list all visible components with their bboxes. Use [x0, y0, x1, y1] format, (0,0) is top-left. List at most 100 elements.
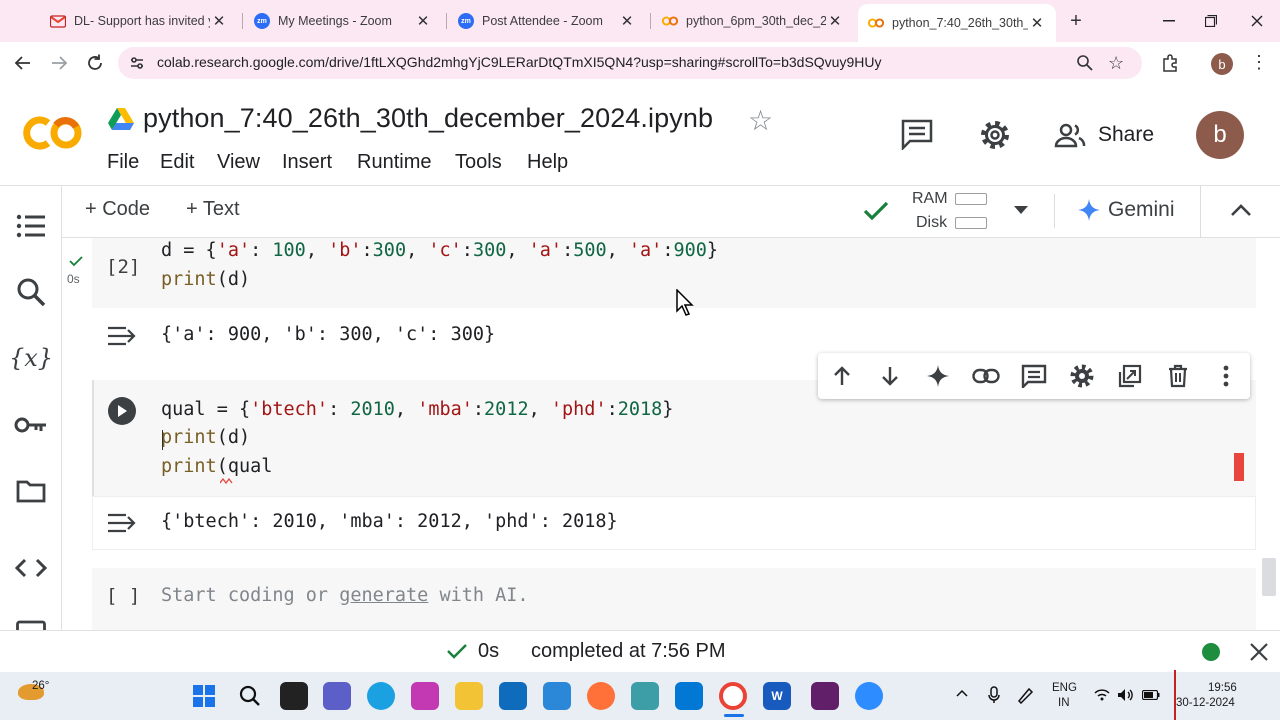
wifi-icon[interactable] [1094, 689, 1110, 701]
delete-cell-trash-icon[interactable] [1163, 361, 1193, 391]
browser-tab-python-740-active[interactable]: python_7:40_26th_30th_c ✕ [858, 4, 1056, 42]
notepad-icon[interactable] [675, 682, 703, 710]
code-line[interactable]: print(qual [161, 456, 272, 477]
menu-runtime[interactable]: Runtime [357, 151, 431, 174]
files-folder-icon[interactable] [14, 474, 48, 508]
microphone-icon[interactable] [988, 686, 1000, 704]
menu-tools[interactable]: Tools [455, 151, 502, 174]
gemini-sparkle-icon[interactable] [1078, 199, 1100, 221]
restore-window-button[interactable] [1188, 8, 1234, 34]
output-toggle-icon[interactable] [106, 512, 140, 534]
forward-arrow-icon[interactable] [48, 52, 70, 74]
gemini-button[interactable]: Gemini [1108, 198, 1175, 222]
app-icon[interactable] [631, 682, 659, 710]
table-of-contents-icon[interactable] [14, 209, 48, 243]
gemini-sparkle-icon[interactable] [923, 361, 953, 391]
zoom-lens-icon[interactable] [1076, 54, 1094, 72]
output-toggle-icon[interactable] [106, 325, 140, 347]
disk-usage-bar[interactable] [955, 217, 987, 229]
close-tab-icon[interactable]: ✕ [618, 12, 636, 30]
runtime-status-dot[interactable] [1202, 643, 1220, 661]
slack-icon[interactable] [811, 682, 839, 710]
code-line[interactable]: print(d) [161, 269, 250, 290]
close-tab-icon[interactable]: ✕ [826, 12, 844, 30]
browser-menu-icon[interactable]: ⋮ [1250, 53, 1268, 71]
taskbar-search-icon[interactable] [239, 685, 261, 707]
file-explorer-icon[interactable] [455, 682, 483, 710]
reload-icon[interactable] [84, 52, 106, 74]
menu-view[interactable]: View [217, 151, 260, 174]
share-button[interactable]: Share [1098, 123, 1154, 147]
comments-icon[interactable] [900, 118, 934, 150]
teams-icon[interactable] [323, 682, 351, 710]
more-options-kebab-icon[interactable] [1211, 361, 1241, 391]
code-line[interactable]: print(d) [161, 427, 250, 448]
move-cell-down-icon[interactable] [875, 361, 905, 391]
browser-tab-my-meetings[interactable]: zm My Meetings - Zoom ✕ [244, 6, 442, 36]
connected-check-icon[interactable] [862, 199, 890, 223]
minimize-window-button[interactable] [1146, 8, 1192, 34]
notebook-title[interactable]: python_7:40_26th_30th_december_2024.ipyn… [143, 103, 713, 134]
volume-icon[interactable] [1117, 688, 1135, 702]
run-cell-button[interactable] [108, 397, 136, 425]
tray-chevron-up-icon[interactable] [956, 689, 968, 697]
extensions-icon[interactable] [1160, 53, 1180, 73]
chrome-icon[interactable] [719, 682, 747, 710]
settings-gear-icon[interactable] [978, 118, 1012, 152]
mail-icon[interactable] [499, 682, 527, 710]
collapse-header-chevron-icon[interactable] [1230, 203, 1252, 217]
edge-icon[interactable] [367, 682, 395, 710]
browser-tab-python-6pm[interactable]: python_6pm_30th_dec_2 ✕ [652, 6, 854, 36]
terminal-icon[interactable] [14, 614, 48, 630]
store-icon[interactable] [543, 682, 571, 710]
add-code-cell-button[interactable]: + Code [85, 198, 150, 221]
move-cell-up-icon[interactable] [827, 361, 857, 391]
colab-logo[interactable] [22, 113, 84, 153]
share-people-icon[interactable] [1054, 122, 1086, 148]
close-tab-icon[interactable]: ✕ [414, 12, 432, 30]
code-snippets-icon[interactable] [14, 551, 48, 585]
mirror-cell-icon[interactable] [1115, 361, 1145, 391]
browser-tab-post-attendee[interactable]: zm Post Attendee - Zoom ✕ [448, 6, 646, 36]
star-notebook-icon[interactable]: ☆ [748, 104, 773, 137]
browser-tab-gmail[interactable]: DL- Support has invited y ✕ [40, 6, 238, 36]
firefox-icon[interactable] [587, 682, 615, 710]
pen-icon[interactable] [1016, 686, 1034, 704]
variables-icon[interactable]: {𝑥} [9, 341, 53, 375]
add-text-cell-button[interactable]: + Text [186, 198, 240, 221]
ram-usage-bar[interactable] [955, 193, 987, 205]
menu-insert[interactable]: Insert [282, 151, 332, 174]
word-icon[interactable]: W [763, 682, 791, 710]
add-comment-icon[interactable] [1019, 361, 1049, 391]
generate-link[interactable]: generate [339, 585, 428, 606]
url-text[interactable]: colab.research.google.com/drive/1ftLXQGh… [157, 54, 881, 70]
copy-link-icon[interactable] [971, 361, 1001, 391]
battery-icon[interactable] [1142, 690, 1160, 700]
language-indicator[interactable]: ENG [1052, 682, 1077, 694]
windows-start-icon[interactable] [193, 685, 215, 707]
menu-file[interactable]: File [107, 151, 139, 174]
zoom-app-icon[interactable] [855, 682, 883, 710]
code-line[interactable]: d = {'a': 100, 'b':300, 'c':300, 'a':500… [161, 240, 718, 261]
site-info-icon[interactable] [128, 54, 146, 72]
browser-profile-avatar[interactable]: b [1211, 53, 1233, 75]
new-tab-button[interactable]: + [1064, 9, 1088, 33]
runtime-dropdown-icon[interactable] [1012, 204, 1030, 216]
secrets-key-icon[interactable] [14, 408, 48, 442]
clock-time[interactable]: 19:56 [1208, 682, 1237, 694]
copilot-icon[interactable] [411, 682, 439, 710]
close-status-icon[interactable] [1249, 642, 1269, 662]
notebook-scrollbar-thumb[interactable] [1262, 558, 1276, 596]
cell-placeholder[interactable]: Start coding or generate with AI. [161, 585, 529, 606]
close-window-button[interactable] [1234, 8, 1280, 34]
clock-date[interactable]: 30-12-2024 [1176, 697, 1235, 709]
google-drive-icon[interactable] [108, 108, 134, 130]
account-avatar[interactable]: b [1196, 111, 1244, 159]
menu-help[interactable]: Help [527, 151, 568, 174]
back-arrow-icon[interactable] [12, 52, 34, 74]
menu-edit[interactable]: Edit [160, 151, 194, 174]
code-line[interactable]: qual = {'btech': 2010, 'mba':2012, 'phd'… [161, 399, 673, 420]
search-icon[interactable] [14, 275, 48, 309]
close-tab-icon[interactable]: ✕ [1028, 14, 1046, 32]
close-tab-icon[interactable]: ✕ [210, 12, 228, 30]
